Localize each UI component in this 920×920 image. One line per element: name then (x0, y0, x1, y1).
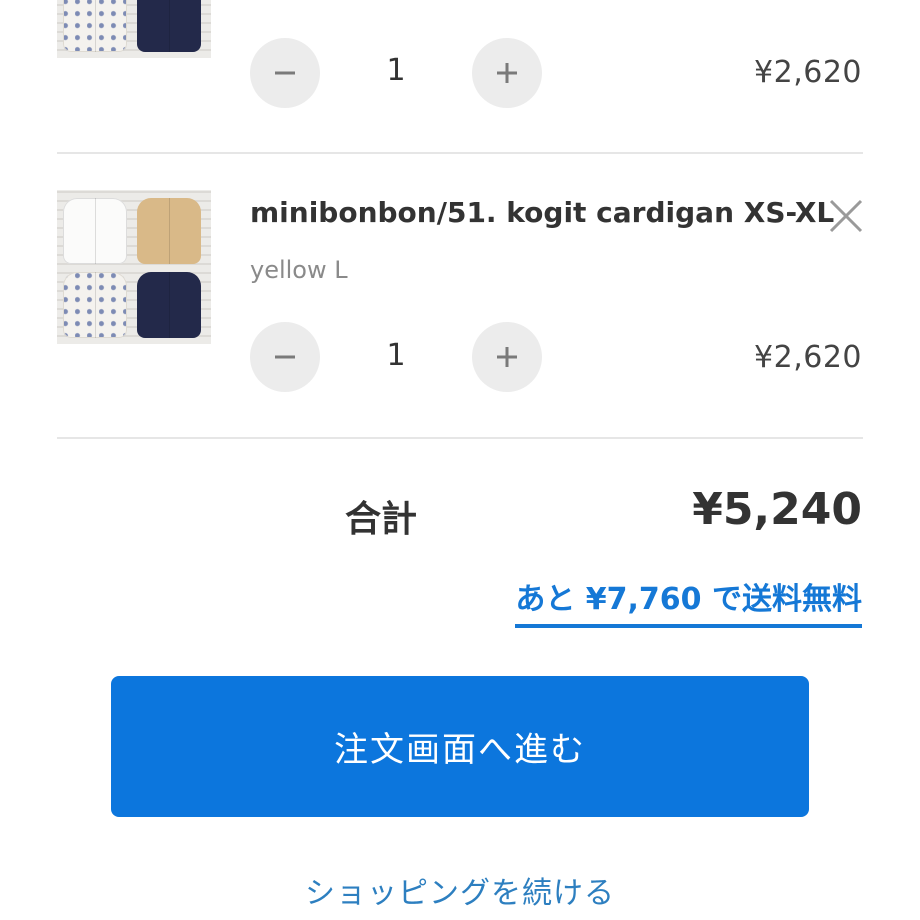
product-title[interactable]: minibonbon/51. kogit cardigan XS-XL (250, 196, 834, 229)
remove-item-button[interactable] (826, 196, 866, 236)
product-thumbnail[interactable] (57, 190, 211, 344)
checkout-button[interactable]: 注文画面へ進む (111, 676, 809, 817)
total-value: ¥5,240 (692, 484, 862, 535)
item-price: ¥2,620 (754, 55, 862, 90)
divider (57, 152, 863, 154)
decrement-button[interactable] (250, 322, 320, 392)
garment-image (137, 272, 201, 338)
garment-image (137, 198, 201, 264)
garment-image (63, 272, 127, 338)
garment-image (63, 198, 127, 264)
product-variant: yellow L (250, 256, 348, 284)
close-icon (829, 199, 863, 233)
plus-icon (497, 347, 517, 367)
item-price: ¥2,620 (754, 340, 862, 375)
quantity-value: 1 (386, 53, 406, 88)
quantity-value: 1 (386, 338, 406, 373)
increment-button[interactable] (472, 38, 542, 108)
total-label: 合計 (345, 499, 418, 540)
minus-icon (275, 355, 295, 359)
garment-image (137, 0, 201, 52)
free-shipping-link[interactable]: あと ¥7,760 で送料無料 (515, 574, 862, 628)
garment-image (63, 0, 127, 52)
plus-icon (497, 63, 517, 83)
increment-button[interactable] (472, 322, 542, 392)
product-thumbnail[interactable] (57, 0, 211, 58)
divider (57, 437, 863, 439)
continue-shopping-link[interactable]: ショッピングを続ける (0, 868, 920, 912)
decrement-button[interactable] (250, 38, 320, 108)
minus-icon (275, 71, 295, 75)
